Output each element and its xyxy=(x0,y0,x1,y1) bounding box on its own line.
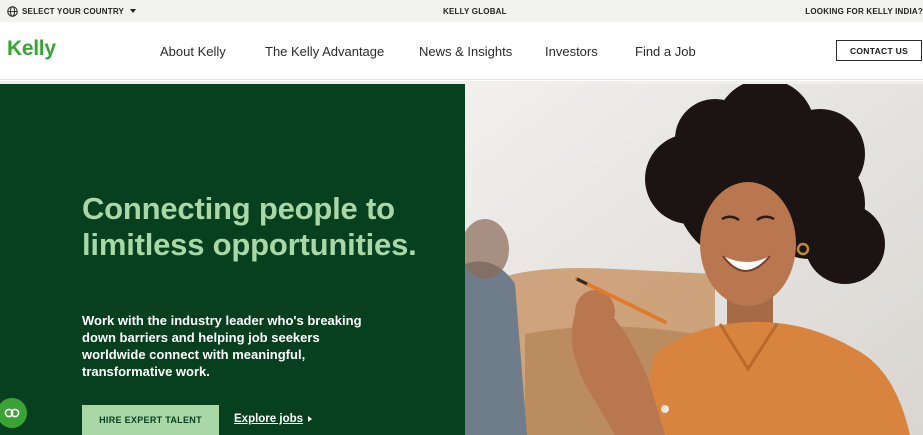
kelly-logo[interactable]: Kelly xyxy=(7,37,56,61)
utility-bar: SELECT YOUR COUNTRY KELLY GLOBAL LOOKING… xyxy=(0,0,923,22)
country-selector[interactable]: SELECT YOUR COUNTRY xyxy=(7,0,137,22)
contact-us-button[interactable]: CONTACT US xyxy=(836,40,922,61)
hero-photo-illustration xyxy=(465,84,923,435)
hero-image xyxy=(465,84,923,435)
country-selector-label: SELECT YOUR COUNTRY xyxy=(22,6,125,16)
nav-find-a-job[interactable]: Find a Job xyxy=(635,44,696,59)
caret-down-icon xyxy=(130,9,137,13)
chat-icon xyxy=(4,408,20,418)
nav-news-insights[interactable]: News & Insights xyxy=(419,44,512,59)
explore-jobs-link[interactable]: Explore jobs xyxy=(234,413,313,425)
triangle-right-icon xyxy=(308,416,313,422)
hero-title: Connecting people to limitless opportuni… xyxy=(82,191,417,262)
explore-jobs-label: Explore jobs xyxy=(234,413,304,425)
nav-kelly-advantage[interactable]: The Kelly Advantage xyxy=(265,44,384,59)
kelly-india-link[interactable]: LOOKING FOR KELLY INDIA? xyxy=(805,0,923,22)
kelly-global-link[interactable]: KELLY GLOBAL xyxy=(443,0,507,22)
main-header: Kelly About Kelly The Kelly Advantage Ne… xyxy=(0,22,923,80)
nav-investors[interactable]: Investors xyxy=(545,44,598,59)
hire-expert-talent-button[interactable]: HIRE EXPERT TALENT xyxy=(82,405,219,435)
globe-icon xyxy=(7,5,18,17)
nav-about-kelly[interactable]: About Kelly xyxy=(160,44,226,59)
hero-subtitle: Work with the industry leader who's brea… xyxy=(82,313,362,379)
